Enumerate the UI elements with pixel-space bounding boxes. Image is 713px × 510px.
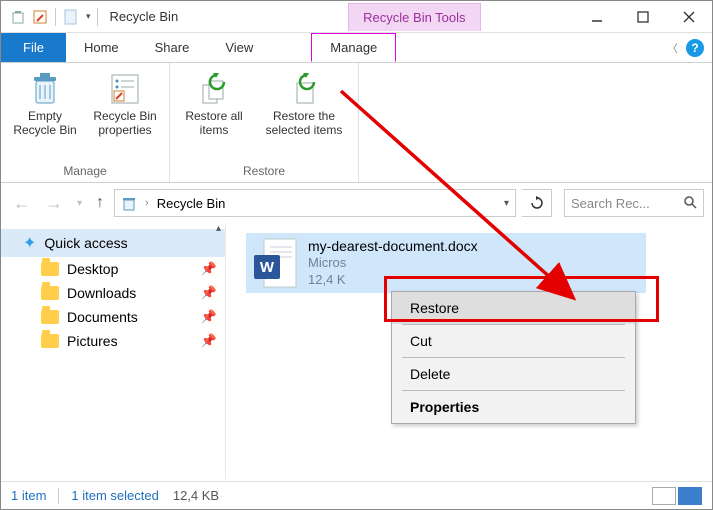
help-button[interactable]: ?: [686, 39, 704, 57]
chevron-right-icon: ›: [145, 197, 149, 209]
refresh-button[interactable]: [522, 189, 552, 217]
window-title: Recycle Bin: [110, 9, 179, 24]
empty-label: Empty Recycle Bin: [5, 109, 85, 138]
close-button[interactable]: [666, 1, 712, 32]
contextual-tab-label: Recycle Bin Tools: [348, 3, 480, 31]
search-icon: [683, 195, 697, 212]
empty-recycle-bin-button[interactable]: Empty Recycle Bin: [5, 69, 85, 138]
properties-label: Recycle Bin properties: [85, 109, 165, 138]
sidebar-item-label: Downloads: [67, 285, 136, 301]
restore-all-label: Restore all items: [174, 109, 254, 138]
file-item[interactable]: W my-dearest-document.docx Micros 12,4 K: [246, 233, 646, 293]
address-text: Recycle Bin: [157, 196, 226, 211]
tab-view[interactable]: View: [207, 33, 271, 62]
recycle-bin-icon[interactable]: [9, 8, 27, 26]
restore-all-button[interactable]: Restore all items: [174, 69, 254, 138]
address-dropdown-icon[interactable]: ▾: [504, 198, 509, 209]
restore-selected-icon: [254, 69, 354, 109]
folder-icon: [41, 334, 59, 348]
tab-manage[interactable]: Manage: [311, 33, 396, 62]
sidebar-item-label: Desktop: [67, 261, 118, 277]
status-item-count: 1 item: [11, 488, 46, 503]
recycle-bin-small-icon: [121, 195, 137, 211]
folder-icon: [41, 262, 59, 276]
word-document-icon: W: [254, 237, 298, 289]
pin-icon: 📌: [201, 285, 217, 301]
file-text: my-dearest-document.docx Micros 12,4 K: [308, 237, 478, 289]
file-size: 12,4 K: [308, 272, 478, 289]
explorer-window: ▾ Recycle Bin Recycle Bin Tools File Hom…: [0, 0, 713, 510]
search-box[interactable]: Search Rec...: [564, 189, 704, 217]
ribbon-group-restore: Restore all items Restore the selected i…: [170, 63, 359, 182]
sidebar: ▴ ✦ Quick access Desktop 📌 Downloads 📌 D…: [1, 223, 226, 479]
tab-share[interactable]: Share: [137, 33, 208, 62]
ctx-properties[interactable]: Properties: [392, 391, 635, 423]
qat-divider: [55, 8, 56, 26]
qat-dropdown-icon[interactable]: ▾: [84, 11, 91, 22]
sidebar-item-label: Pictures: [67, 333, 118, 349]
collapse-ribbon-icon[interactable]: 〈: [667, 40, 678, 56]
ribbon-tabs: File Home Share View Manage 〈 ?: [1, 33, 712, 63]
properties-list-icon: [85, 69, 165, 109]
pin-icon: 📌: [201, 261, 217, 277]
view-large-icons-button[interactable]: [678, 487, 702, 505]
ribbon: Empty Recycle Bin Recycle Bin properties…: [1, 63, 712, 183]
sidebar-item-downloads[interactable]: Downloads 📌: [1, 281, 225, 305]
scroll-up-icon[interactable]: ▴: [216, 223, 221, 234]
group-label-manage: Manage: [63, 162, 106, 180]
restore-all-icon: [174, 69, 254, 109]
sidebar-item-label: Documents: [67, 309, 138, 325]
forward-button[interactable]: →: [41, 193, 67, 214]
maximize-button[interactable]: [620, 1, 666, 32]
tab-home[interactable]: Home: [66, 33, 137, 62]
restore-selected-label: Restore the selected items: [254, 109, 354, 138]
status-bar: 1 item 1 item selected 12,4 KB: [1, 481, 712, 509]
folder-icon: [41, 286, 59, 300]
sidebar-item-pictures[interactable]: Pictures 📌: [1, 329, 225, 353]
back-button[interactable]: ←: [9, 193, 35, 214]
title-sep: [97, 8, 98, 26]
window-controls: [574, 1, 712, 32]
star-icon: ✦: [23, 233, 36, 253]
properties-icon[interactable]: [31, 8, 49, 26]
group-label-restore: Restore: [243, 162, 285, 180]
quick-access-toolbar: ▾: [1, 8, 91, 26]
sidebar-quick-access[interactable]: ✦ Quick access: [1, 229, 225, 257]
ctx-restore[interactable]: Restore: [392, 292, 635, 324]
pin-icon: 📌: [201, 309, 217, 325]
context-menu: Restore Cut Delete Properties: [391, 291, 636, 424]
ribbon-group-manage: Empty Recycle Bin Recycle Bin properties…: [1, 63, 170, 182]
ctx-cut[interactable]: Cut: [392, 325, 635, 357]
address-bar[interactable]: › Recycle Bin ▾: [114, 189, 516, 217]
trash-icon: [5, 69, 85, 109]
minimize-button[interactable]: [574, 1, 620, 32]
restore-selected-button[interactable]: Restore the selected items: [254, 69, 354, 138]
sidebar-item-desktop[interactable]: Desktop 📌: [1, 257, 225, 281]
tab-file[interactable]: File: [1, 33, 66, 62]
history-dropdown-icon[interactable]: ▾: [73, 198, 86, 209]
view-details-button[interactable]: [652, 487, 676, 505]
status-selected: 1 item selected: [71, 488, 158, 503]
search-placeholder: Search Rec...: [571, 196, 650, 211]
titlebar: ▾ Recycle Bin Recycle Bin Tools: [1, 1, 712, 33]
file-name: my-dearest-document.docx: [308, 237, 478, 255]
ctx-delete[interactable]: Delete: [392, 358, 635, 390]
status-sep: [58, 488, 59, 504]
nav-row: ← → ▾ ↑ › Recycle Bin ▾ Search Rec...: [1, 183, 712, 223]
view-mode-buttons: [652, 487, 702, 505]
recycle-bin-properties-button[interactable]: Recycle Bin properties: [85, 69, 165, 138]
svg-text:W: W: [260, 259, 275, 276]
document-icon[interactable]: [62, 8, 80, 26]
status-size: 12,4 KB: [173, 488, 219, 503]
folder-icon: [41, 310, 59, 324]
up-button[interactable]: ↑: [92, 194, 108, 212]
quick-access-label: Quick access: [44, 235, 127, 251]
pin-icon: 📌: [201, 333, 217, 349]
sidebar-item-documents[interactable]: Documents 📌: [1, 305, 225, 329]
file-type: Micros: [308, 255, 478, 272]
